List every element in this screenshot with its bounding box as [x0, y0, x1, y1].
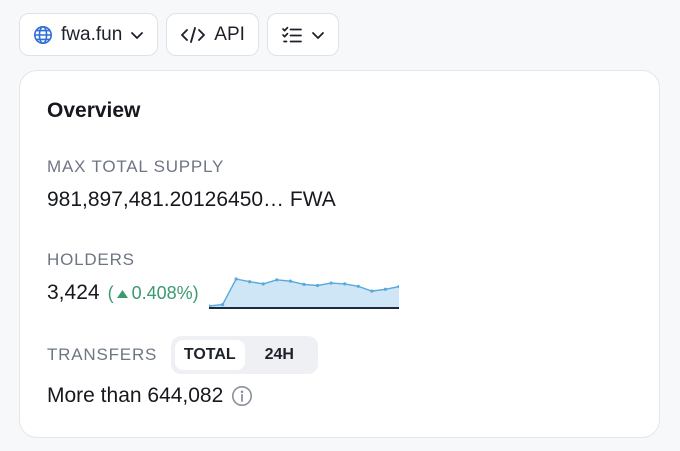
chevron-down-icon — [311, 30, 325, 40]
max-supply-label: MAX TOTAL SUPPLY — [47, 157, 225, 176]
sparkline-point — [302, 282, 306, 286]
sparkline-point — [220, 303, 224, 307]
list-check-icon — [281, 25, 303, 45]
api-button[interactable]: API — [166, 13, 259, 56]
transfers-period-toggle: TOTAL 24H — [171, 336, 318, 374]
sparkline-point — [234, 277, 238, 281]
holders-sparkline — [208, 277, 399, 309]
holders-change: ( 0.408% ) — [107, 282, 199, 304]
sparkline-point — [247, 280, 251, 284]
sparkline-point — [315, 283, 319, 288]
sparkline-point — [342, 282, 346, 286]
holders-change-value: 0.408% — [131, 282, 193, 303]
holders-value: 3,424 — [47, 281, 100, 304]
overview-card: Overview MAX TOTAL SUPPLY 981,897,481.20… — [19, 70, 660, 438]
globe-icon — [33, 25, 53, 45]
sparkline-point — [356, 284, 360, 288]
sparkline-point — [288, 279, 292, 283]
site-dropdown-button[interactable]: fwa.fun — [19, 13, 159, 56]
holders-row: 3,424 ( 0.408% ) — [47, 276, 399, 310]
transfers-label: TRANSFERS — [47, 345, 158, 364]
transfers-value: More than 644,082 — [47, 384, 224, 407]
sparkline-point — [383, 287, 387, 291]
site-label: fwa.fun — [61, 23, 123, 45]
list-menu-button[interactable] — [266, 13, 339, 56]
tab-24h[interactable]: 24H — [245, 340, 315, 370]
toolbar: fwa.fun API — [19, 13, 339, 56]
info-icon[interactable] — [231, 385, 253, 407]
api-label: API — [214, 23, 245, 45]
overview-title: Overview — [47, 99, 141, 122]
sparkline-point — [369, 289, 374, 293]
chevron-down-icon — [130, 30, 144, 40]
holders-label: HOLDERS — [47, 250, 135, 269]
tab-total[interactable]: TOTAL — [175, 340, 245, 370]
code-icon — [180, 25, 206, 45]
sparkline-point — [261, 282, 265, 286]
max-supply-value: 981,897,481.20126450… FWA — [47, 188, 336, 211]
sparkline-point — [274, 278, 279, 282]
transfers-value-row: More than 644,082 — [47, 384, 253, 408]
sparkline-point — [329, 281, 333, 285]
triangle-up-icon — [116, 283, 129, 304]
